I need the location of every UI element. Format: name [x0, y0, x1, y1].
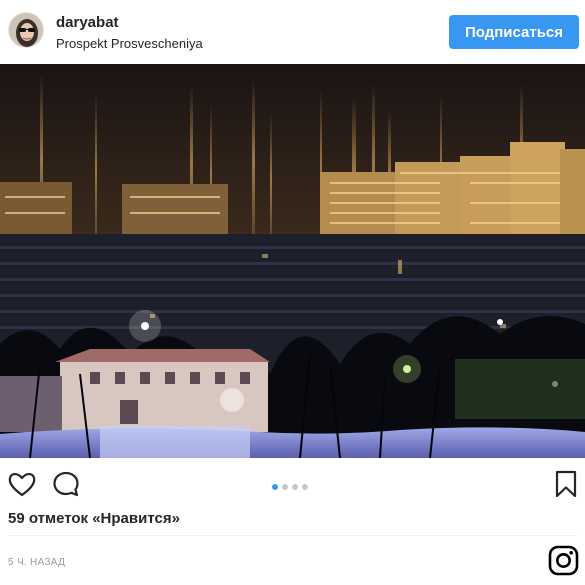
- bookmark-icon[interactable]: [550, 468, 582, 500]
- comment-icon[interactable]: [50, 468, 82, 500]
- instagram-icon[interactable]: [548, 545, 579, 576]
- post-header: daryabat Prospekt Prosvescheniya Подписа…: [0, 0, 585, 64]
- follow-button[interactable]: Подписаться: [449, 15, 579, 49]
- divider: [8, 535, 577, 536]
- carousel-dot-active: [272, 484, 278, 490]
- likes-count[interactable]: 59 отметок «Нравится»: [8, 510, 180, 527]
- avatar[interactable]: [8, 12, 44, 48]
- location-link[interactable]: Prospekt Prosvescheniya: [56, 35, 203, 53]
- post-timestamp[interactable]: 5 Ч. НАЗАД: [8, 557, 65, 568]
- carousel-indicator: [272, 477, 312, 490]
- username-link[interactable]: daryabat: [56, 14, 203, 32]
- carousel-dot: [282, 484, 288, 490]
- post-actions: [0, 462, 585, 506]
- carousel-dot: [292, 484, 298, 490]
- post-photo[interactable]: [0, 64, 585, 458]
- carousel-dot: [302, 484, 308, 490]
- user-block: daryabat Prospekt Prosvescheniya: [56, 14, 203, 53]
- heart-icon[interactable]: [6, 468, 38, 500]
